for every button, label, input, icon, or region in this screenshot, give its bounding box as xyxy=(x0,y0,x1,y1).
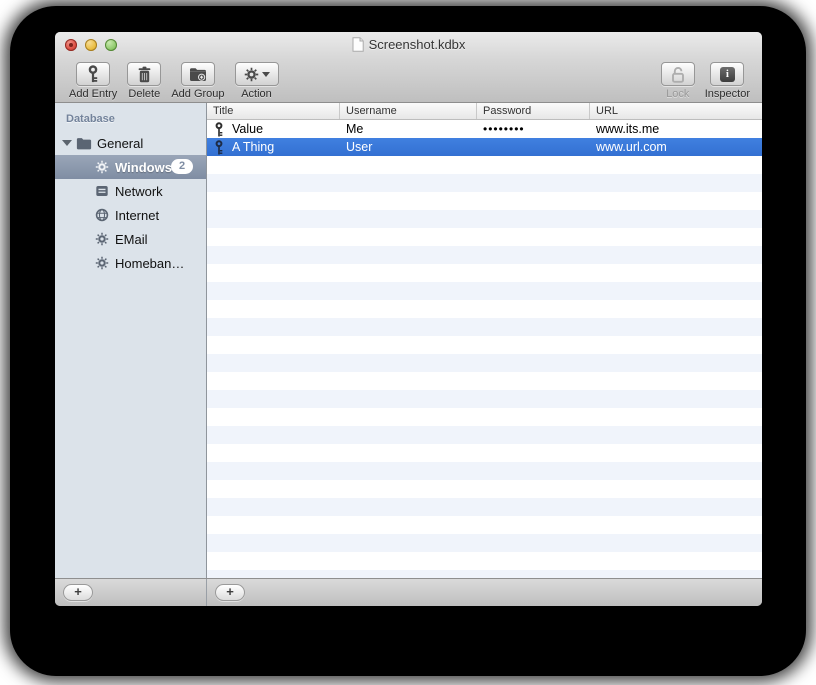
folder-icon xyxy=(76,135,92,151)
gear-icon xyxy=(94,255,110,271)
minimize-button[interactable] xyxy=(85,38,97,51)
sidebar-item-general[interactable]: General xyxy=(55,131,206,155)
add-entry-label: Add Entry xyxy=(69,88,118,100)
cell-title: A Thing xyxy=(232,140,275,154)
sidebar-item-windows[interactable]: Windows 2 xyxy=(55,155,206,179)
gear-icon xyxy=(94,231,110,247)
key-icon xyxy=(87,65,99,83)
folder-plus-icon xyxy=(189,67,207,82)
bottom-bar-sidebar-section: + xyxy=(55,579,207,606)
entry-count-badge: 2 xyxy=(171,159,193,174)
bottom-bar-main-section: + xyxy=(207,579,762,606)
sidebar-item-label: EMail xyxy=(115,231,148,247)
info-icon: i xyxy=(719,66,735,82)
gear-icon xyxy=(94,159,110,175)
cell-url: www.its.me xyxy=(596,122,660,136)
gear-icon xyxy=(244,67,259,82)
cell-title: Value xyxy=(232,122,264,136)
toolbar: Add Entry Delete Add Group Action Lock i… xyxy=(55,57,762,103)
group-sidebar: Database General Windows 2 Network Inter… xyxy=(55,103,207,578)
window-title: Screenshot.kdbx xyxy=(368,37,466,52)
add-entry-plus-button[interactable]: + xyxy=(215,584,245,601)
unlock-icon xyxy=(670,66,686,83)
table-header: Title Username Password URL xyxy=(207,103,762,120)
globe-icon xyxy=(94,207,110,223)
cell-password xyxy=(477,138,590,156)
server-icon xyxy=(94,183,110,199)
action-button[interactable]: Action xyxy=(234,62,279,100)
disclosure-triangle-icon[interactable] xyxy=(62,140,72,146)
column-header-url[interactable]: URL xyxy=(590,103,762,119)
sidebar-item-network[interactable]: Network xyxy=(55,179,206,203)
column-header-username[interactable]: Username xyxy=(340,103,477,119)
key-icon xyxy=(214,139,225,155)
key-icon xyxy=(214,121,225,137)
delete-label: Delete xyxy=(128,88,161,100)
trash-icon xyxy=(137,66,152,83)
cell-url: www.url.com xyxy=(596,140,667,154)
content-area: Database General Windows 2 Network Inter… xyxy=(55,103,762,578)
sidebar-item-label: Internet xyxy=(115,207,160,223)
title-bar[interactable]: Screenshot.kdbx xyxy=(55,32,762,57)
action-label: Action xyxy=(241,88,272,100)
cell-password: •••••••• xyxy=(483,122,525,136)
cell-username: User xyxy=(346,140,373,154)
lock-label: Lock xyxy=(666,88,690,100)
table-row-selected[interactable]: A Thing User www.url.com xyxy=(207,138,762,156)
bottom-bar: + + xyxy=(55,578,762,606)
chevron-down-icon xyxy=(261,71,270,77)
traffic-lights xyxy=(65,38,117,51)
close-button[interactable] xyxy=(65,38,77,51)
sidebar-item-label: Windows xyxy=(115,159,172,175)
delete-button[interactable]: Delete xyxy=(127,62,162,100)
sidebar-item-internet[interactable]: Internet xyxy=(55,203,206,227)
zoom-button[interactable] xyxy=(105,38,117,51)
add-group-plus-button[interactable]: + xyxy=(63,584,93,601)
screenshot-canvas: Screenshot.kdbx Add Entry Delete Add Gro… xyxy=(0,0,816,685)
inspector-label: Inspector xyxy=(704,88,750,100)
sidebar-item-label: General xyxy=(97,135,144,151)
sidebar-item-label: Homeban… xyxy=(115,255,185,271)
document-icon xyxy=(352,37,364,52)
inspector-button[interactable]: i Inspector xyxy=(705,62,750,100)
cell-username: Me xyxy=(346,122,364,136)
sidebar-item-homebanking[interactable]: Homeban… xyxy=(55,251,206,275)
sidebar-item-email[interactable]: EMail xyxy=(55,227,206,251)
column-header-title[interactable]: Title xyxy=(207,103,340,119)
add-entry-button[interactable]: Add Entry xyxy=(69,62,117,100)
add-group-label: Add Group xyxy=(171,88,225,100)
app-window: Screenshot.kdbx Add Entry Delete Add Gro… xyxy=(55,32,762,606)
table-body[interactable]: Value Me •••••••• www.its.me A Thing Use… xyxy=(207,120,762,578)
lock-button[interactable]: Lock xyxy=(660,62,695,100)
entry-table: Title Username Password URL Value Me •••… xyxy=(207,103,762,578)
sidebar-item-label: Network xyxy=(115,183,163,199)
sidebar-section-database: Database xyxy=(66,113,115,125)
column-header-password[interactable]: Password xyxy=(477,103,590,119)
table-row[interactable]: Value Me •••••••• www.its.me xyxy=(207,120,762,138)
add-group-button[interactable]: Add Group xyxy=(171,62,225,100)
